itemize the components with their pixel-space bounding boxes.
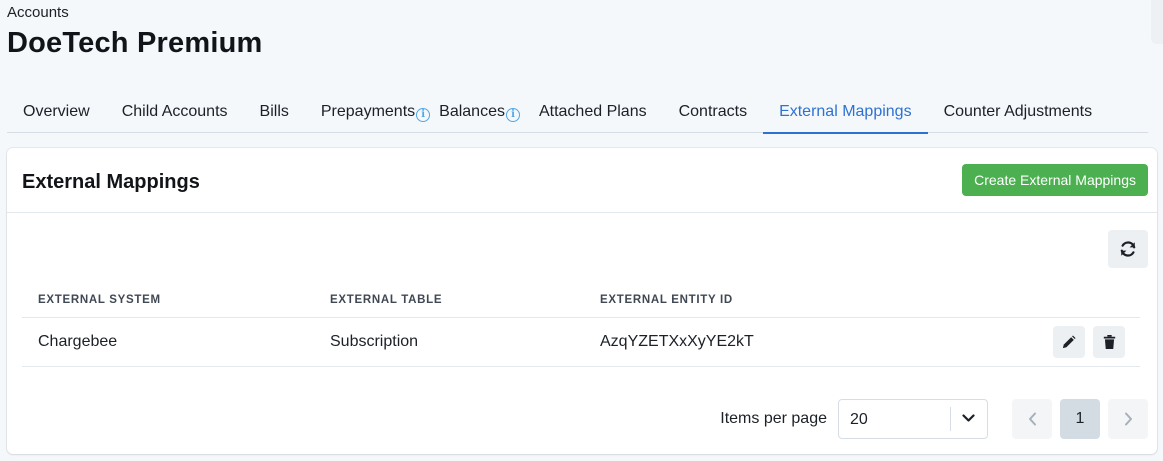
edit-icon <box>1062 335 1076 349</box>
tab-label: Bills <box>259 103 289 120</box>
tab-attached-plans[interactable]: Attached Plans <box>523 95 663 133</box>
refresh-icon <box>1120 241 1136 257</box>
info-icon[interactable]: i <box>505 108 520 122</box>
table-header: EXTERNAL SYSTEM EXTERNAL TABLE EXTERNAL … <box>22 283 1140 318</box>
previous-page-button[interactable] <box>1012 399 1052 439</box>
tab-balances[interactable]: Balances i <box>433 95 523 133</box>
edit-button[interactable] <box>1053 326 1085 358</box>
cell-external-entity-id: AzqYZETXxXyYE2kT <box>600 333 754 350</box>
tab-bar: Overview Child Accounts Bills Prepayment… <box>7 95 1148 134</box>
items-per-page-select[interactable]: 20 <box>838 399 988 439</box>
info-icon[interactable]: i <box>416 108 431 122</box>
tab-prepayments[interactable]: Prepayments i <box>305 95 433 133</box>
tab-counter-adjustments[interactable]: Counter Adjustments <box>928 95 1109 133</box>
chevron-right-icon <box>1124 412 1132 426</box>
select-divider <box>950 407 951 431</box>
column-header-external-entity-id: EXTERNAL ENTITY ID <box>600 294 733 306</box>
tab-label: Attached Plans <box>538 103 647 120</box>
items-per-page-value: 20 <box>850 411 868 428</box>
top-right-panel-edge <box>1151 0 1163 44</box>
tab-label: Counter Adjustments <box>943 103 1093 120</box>
mappings-table: EXTERNAL SYSTEM EXTERNAL TABLE EXTERNAL … <box>22 283 1140 367</box>
tab-label: Overview <box>23 103 90 120</box>
external-mappings-card: External Mappings Create External Mappin… <box>7 148 1157 454</box>
tab-label: Prepayments <box>320 103 416 120</box>
tab-external-mappings[interactable]: External Mappings <box>763 95 928 134</box>
delete-button[interactable] <box>1093 326 1125 358</box>
cell-external-system: Chargebee <box>38 333 118 350</box>
tab-overview[interactable]: Overview <box>7 95 106 133</box>
column-header-external-system: EXTERNAL SYSTEM <box>38 294 161 306</box>
table-row: Chargebee Subscription AzqYZETXxXyYE2kT <box>22 318 1140 367</box>
tab-label: Contracts <box>678 103 748 120</box>
card-header: External Mappings Create External Mappin… <box>7 148 1157 213</box>
chevron-left-icon <box>1028 412 1036 426</box>
tab-child-accounts[interactable]: Child Accounts <box>106 95 244 133</box>
trash-icon <box>1103 335 1115 349</box>
cell-external-table: Subscription <box>330 333 419 350</box>
tab-label: Child Accounts <box>121 103 228 120</box>
page-title: DoeTech Premium <box>7 27 263 59</box>
create-external-mappings-button[interactable]: Create External Mappings <box>962 164 1148 196</box>
page-number-button[interactable]: 1 <box>1060 399 1100 439</box>
tab-contracts[interactable]: Contracts <box>663 95 763 133</box>
column-header-external-table: EXTERNAL TABLE <box>330 294 443 306</box>
next-page-button[interactable] <box>1108 399 1148 439</box>
pagination: Items per page 20 1 <box>720 399 1148 439</box>
row-actions <box>1053 326 1125 358</box>
items-per-page-label: Items per page <box>720 410 827 427</box>
tab-label: Balances <box>439 103 505 120</box>
breadcrumb[interactable]: Accounts <box>7 4 69 21</box>
refresh-button[interactable] <box>1108 230 1148 268</box>
tab-bills[interactable]: Bills <box>244 95 305 133</box>
chevron-down-icon <box>962 414 975 422</box>
tab-label: External Mappings <box>779 103 912 120</box>
card-title: External Mappings <box>22 171 200 193</box>
